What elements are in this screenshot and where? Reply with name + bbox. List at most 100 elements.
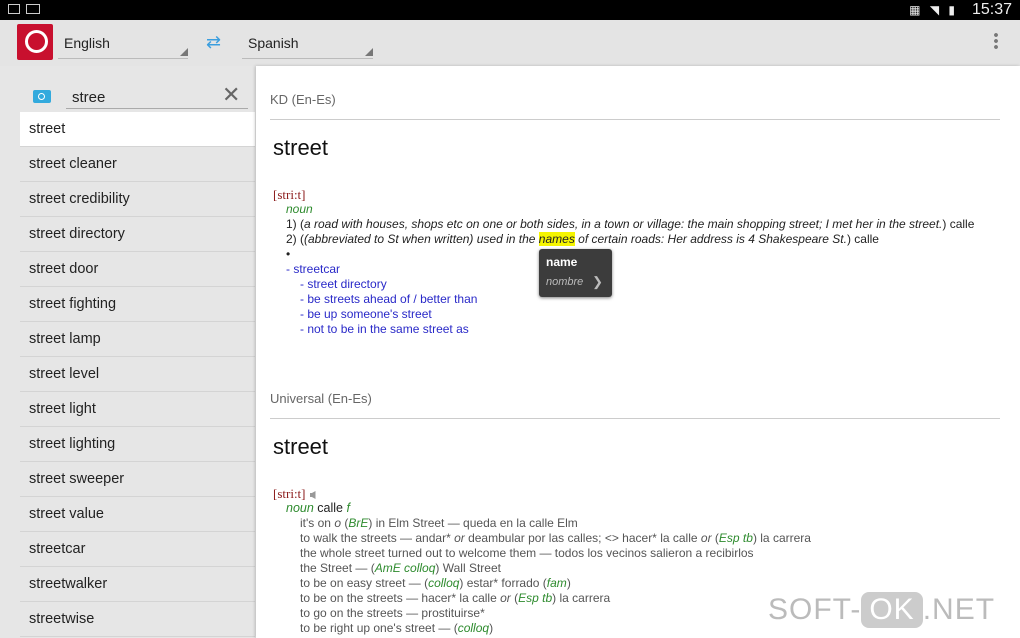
signal-wifi-battery-icons: ▦ ◥ ▮ (909, 3, 958, 17)
watermark: SOFT- OK .NET (768, 592, 995, 628)
overflow-menu-icon[interactable] (994, 32, 998, 50)
app-logo-icon[interactable] (17, 24, 53, 60)
example-text: to be right up one's street — ( (300, 621, 458, 635)
word-list-panel: ✕ streetstreet cleanerstreet credibility… (0, 66, 256, 638)
camera-icon[interactable] (33, 90, 51, 103)
screen-notification-icon (26, 4, 40, 14)
example-text: ) la carrera (752, 531, 811, 545)
dropdown-icon (180, 48, 188, 56)
article-panel: KD (En-Es) street [stri:t] noun 1) (a ro… (256, 66, 1020, 638)
usage-label: AmE colloq (374, 561, 436, 575)
dictionary-name: KD (En-Es) (270, 92, 336, 107)
clear-search-icon[interactable]: ✕ (222, 84, 240, 106)
word-list-item[interactable]: street light (20, 392, 255, 427)
example-text: ( (711, 531, 719, 545)
watermark-part: SOFT- (768, 593, 862, 626)
example-text: ) la carrera (552, 591, 611, 605)
word-list-item[interactable]: street level (20, 357, 255, 392)
watermark-part: OK (861, 592, 923, 628)
related-link[interactable]: - be streets ahead of / better than (273, 292, 1013, 307)
example-text: it's on (300, 516, 335, 530)
example-text: ) (566, 576, 571, 590)
translation: calle (313, 501, 347, 515)
usage-label: colloq (457, 621, 490, 635)
kd-entry: [stri:t] noun 1) (a road with houses, sh… (273, 187, 1013, 337)
translation-popup[interactable]: name nombre ❯ (539, 249, 612, 297)
example-text: deambular por las calles; <> hacer* la c… (464, 531, 701, 545)
gender: f (346, 501, 350, 515)
part-of-speech: noun (286, 501, 314, 515)
highlighted-word[interactable]: names (538, 232, 575, 246)
word-list-item[interactable]: streetwise (20, 602, 255, 637)
word-list-item[interactable]: streetcar (20, 532, 255, 567)
example-line: the whole street turned out to welcome t… (273, 546, 1013, 561)
swap-languages-icon[interactable]: ⇄ (206, 32, 221, 53)
bullet: • (286, 247, 291, 261)
word-list: street street cleaner street credibility st… (20, 112, 255, 637)
source-language-select[interactable]: English (58, 25, 188, 59)
usage-label: BrE (348, 516, 369, 530)
gallery-notification-icon (8, 4, 20, 14)
status-bar: ▦ ◥ ▮ 15:37 (0, 0, 1020, 20)
popup-word: name (546, 255, 578, 269)
conjunction: o (334, 516, 341, 530)
example-line: it's on o (BrE) in Elm Street — queda en… (273, 516, 1013, 531)
word-list-item[interactable]: street value (20, 497, 255, 532)
example-text: the Street — ( (300, 561, 375, 575)
divider (270, 119, 1000, 120)
example-text: ) in Elm Street — queda en la calle Elm (368, 516, 578, 530)
usage-label: Esp tb (518, 591, 553, 605)
search-input[interactable] (66, 81, 248, 109)
toolbar: English ⇄ Spanish (0, 20, 1020, 66)
transcription: [stri:t] (273, 187, 306, 202)
word-list-item[interactable]: street (20, 112, 255, 147)
example-text: the whole street turned out to welcome t… (300, 546, 754, 560)
part-of-speech: noun (286, 202, 313, 216)
dictionary-name: Universal (En-Es) (270, 391, 372, 406)
example-text: to go on the streets — prostituirse* (300, 606, 485, 620)
example-line: the Street — (AmE colloq) Wall Street (273, 561, 1013, 576)
word-list-item[interactable]: street directory (20, 217, 255, 252)
usage-label: colloq (428, 576, 460, 590)
example-line: to walk the streets — andar* or deambula… (273, 531, 1013, 546)
dropdown-icon (365, 48, 373, 56)
example-text: ) Wall Street (435, 561, 501, 575)
example-text: ) (489, 621, 494, 635)
word-list-item[interactable]: street lamp (20, 322, 255, 357)
transcription: [stri:t] (273, 486, 306, 501)
divider (270, 418, 1000, 419)
target-language-select[interactable]: Spanish (242, 25, 373, 59)
related-link[interactable]: - street directory (273, 277, 1013, 292)
word-list-item[interactable]: street lighting (20, 427, 255, 462)
related-link[interactable]: - be up someone's street (273, 307, 1013, 322)
example-line: to be on easy street — (colloq) estar* f… (273, 576, 1013, 591)
source-language-label: English (64, 35, 110, 51)
conjunction: or (454, 531, 465, 545)
usage-label: fam (546, 576, 567, 590)
example-text: ) estar* forrado ( (459, 576, 547, 590)
word-list-item[interactable]: streetwalker (20, 567, 255, 602)
speaker-icon[interactable] (309, 491, 316, 499)
chevron-right-icon[interactable]: ❯ (592, 274, 603, 290)
example-text: to be on the streets — hacer* la calle (300, 591, 501, 605)
conjunction: or (700, 531, 712, 545)
word-list-item[interactable]: street credibility (20, 182, 255, 217)
word-list-item[interactable]: street door (20, 252, 255, 287)
usage-label: Esp tb (718, 531, 753, 545)
popup-translation: nombre (546, 276, 584, 288)
headword: street (273, 434, 329, 459)
sense-2: 2) ((abbreviated to St when written) use… (286, 232, 879, 246)
example-text: to be on easy street — ( (300, 576, 429, 590)
word-list-item[interactable]: street sweeper (20, 462, 255, 497)
conjunction: or (500, 591, 511, 605)
headword: street (273, 135, 329, 160)
word-list-item[interactable]: street cleaner (20, 147, 255, 182)
related-link[interactable]: - not to be in the same street as (273, 322, 1013, 337)
sense-1: 1) (a road with houses, shops etc on one… (286, 217, 975, 231)
target-language-label: Spanish (248, 35, 299, 51)
example-text: to walk the streets — andar* (300, 531, 455, 545)
watermark-part: .NET (922, 593, 996, 626)
clock: 15:37 (971, 1, 1012, 18)
word-list-item[interactable]: street fighting (20, 287, 255, 322)
related-link[interactable]: - streetcar (273, 262, 1013, 277)
